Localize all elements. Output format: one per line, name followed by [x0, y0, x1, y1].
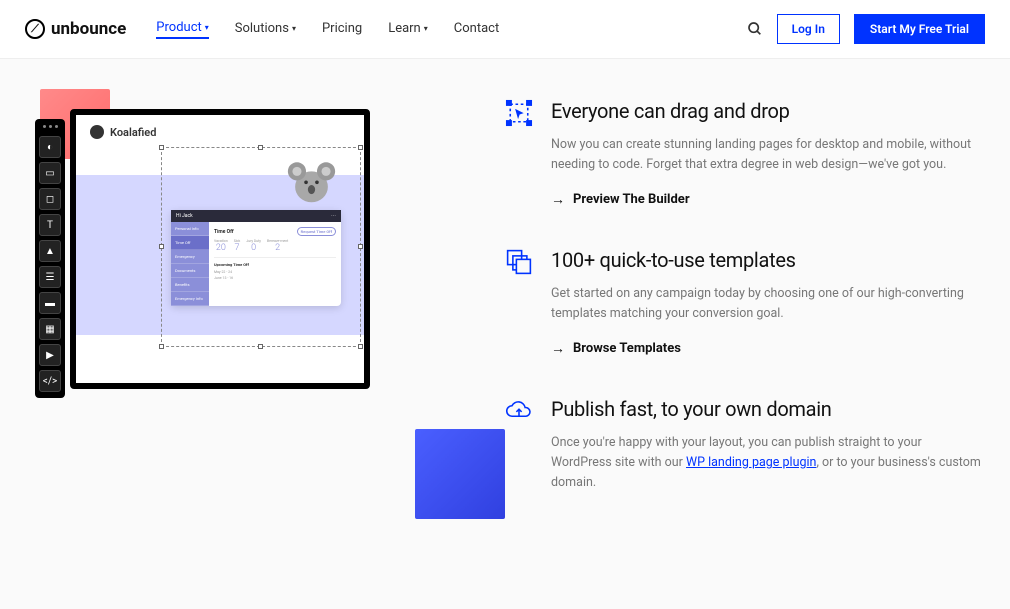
nav-learn[interactable]: Learn▾ [388, 20, 428, 39]
tool-section-icon[interactable]: ▭ [39, 162, 61, 184]
cloud-upload-icon [505, 397, 533, 425]
tool-form-icon[interactable]: ☰ [39, 266, 61, 288]
start-trial-button[interactable]: Start My Free Trial [854, 14, 985, 44]
feature-desc: Once you're happy with your layout, you … [551, 433, 985, 493]
chevron-down-icon: ▾ [292, 24, 296, 33]
preview-builder-link[interactable]: →Preview The Builder [551, 191, 985, 208]
feature-publish: Publish fast, to your own domain Once yo… [505, 397, 985, 509]
builder-toolbar: ◐ ▭ ◻ T ▲ ☰ ▬ ▦ ▶ </> [35, 119, 65, 398]
chevron-down-icon: ▾ [424, 24, 428, 33]
nav-product[interactable]: Product▾ [156, 20, 208, 39]
panel-title: Time Off [214, 229, 234, 235]
feature-drag-drop: Everyone can drag and drop Now you can c… [505, 99, 985, 208]
date-row: June 13 - 16 [214, 275, 336, 281]
tool-video-icon[interactable]: ▶ [39, 344, 61, 366]
templates-icon [505, 248, 533, 276]
builder-preview: ◐ ▭ ◻ T ▲ ☰ ▬ ▦ ▶ </> Koalafied [25, 89, 445, 549]
tool-code-icon[interactable]: </> [39, 370, 61, 392]
nav-contact[interactable]: Contact [454, 20, 499, 39]
feature-templates: 100+ quick-to-use templates Get started … [505, 248, 985, 357]
browse-templates-link[interactable]: →Browse Templates [551, 340, 985, 357]
side-item[interactable]: Emergency Info [171, 292, 209, 306]
nav-solutions[interactable]: Solutions▾ [235, 20, 296, 39]
panel-menu-icon: ⋯ [331, 213, 336, 219]
main-content: ◐ ▭ ◻ T ▲ ☰ ▬ ▦ ▶ </> Koalafied [5, 59, 1005, 609]
upcoming-title: Upcoming Time Off [214, 262, 336, 267]
side-item[interactable]: Time Off [171, 236, 209, 250]
side-item[interactable]: Personal Info [171, 222, 209, 236]
panel-sidebar: Personal Info Time Off Emergency Documen… [171, 222, 209, 306]
tool-logo-icon[interactable]: ◐ [39, 136, 61, 158]
brand-name: unbounce [51, 19, 126, 39]
builder-canvas[interactable]: Koalafied Hi Jack ⋯ Personal Info Time Of… [70, 109, 370, 389]
tool-image-icon[interactable]: ▲ [39, 240, 61, 262]
site-header: ⟋ unbounce Product▾ Solutions▾ Pricing L… [0, 0, 1010, 59]
toolbar-dots-icon [43, 125, 58, 128]
tool-box-icon[interactable]: ◻ [39, 188, 61, 210]
feature-desc: Now you can create stunning landing page… [551, 135, 985, 175]
arrow-right-icon: → [551, 191, 565, 208]
demo-panel: Hi Jack ⋯ Personal Info Time Off Emergenc… [171, 210, 341, 306]
side-item[interactable]: Emergency [171, 250, 209, 264]
feature-title: Publish fast, to your own domain [551, 397, 985, 421]
feature-title: Everyone can drag and drop [551, 99, 985, 123]
side-item[interactable]: Documents [171, 264, 209, 278]
logo-mark-icon: ⟋ [25, 19, 45, 39]
features-column: Everyone can drag and drop Now you can c… [505, 89, 985, 549]
canvas-brand: Koalafied [76, 115, 364, 149]
arrow-right-icon: → [551, 340, 565, 357]
decorative-blue-square [415, 429, 505, 519]
tool-embed-icon[interactable]: ▦ [39, 318, 61, 340]
tool-button-icon[interactable]: ▬ [39, 292, 61, 314]
request-button[interactable]: Request Time Off [297, 227, 336, 236]
tool-text-icon[interactable]: T [39, 214, 61, 236]
side-item[interactable]: Benefits [171, 278, 209, 292]
nav-pricing[interactable]: Pricing [322, 20, 362, 39]
login-button[interactable]: Log In [777, 14, 840, 44]
drag-drop-icon [505, 99, 533, 127]
koala-logo-icon [90, 125, 104, 139]
panel-user: Hi Jack [176, 213, 193, 219]
main-nav: Product▾ Solutions▾ Pricing Learn▾ Conta… [156, 20, 499, 39]
chevron-down-icon: ▾ [205, 23, 209, 32]
feature-desc: Get started on any campaign today by cho… [551, 284, 985, 324]
wp-plugin-link[interactable]: WP landing page plugin [686, 455, 816, 470]
koala-image [284, 155, 339, 205]
feature-title: 100+ quick-to-use templates [551, 248, 985, 272]
brand-logo[interactable]: ⟋ unbounce [25, 19, 126, 39]
search-icon[interactable] [747, 21, 763, 37]
